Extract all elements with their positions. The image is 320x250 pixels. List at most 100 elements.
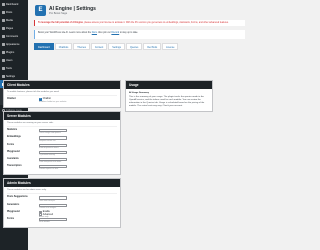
setting-help: Content and images. (39, 206, 57, 209)
info-prefix: Boost your WordPress site AI. Learn more… (38, 32, 92, 35)
setting-label: Embeddings (7, 136, 21, 139)
client-modules-title: Client Modules (4, 81, 120, 89)
usage-body: AI Usage Summary This is the summary of … (126, 89, 212, 111)
tab-queries[interactable]: Queries (125, 43, 143, 51)
admin-modules-box: Admin Modules These modules are for admi… (3, 178, 121, 229)
setting-help: Tracks usage and queries. (39, 132, 62, 135)
setting-label: Forms (7, 143, 15, 146)
setting-label: Chatbot (7, 98, 16, 100)
setting-help: Requires vector DB. (39, 139, 56, 142)
tab-themes[interactable]: Themes (73, 43, 90, 51)
usage-box: Usage AI Usage Summary This is the summa… (125, 80, 213, 112)
sidebar-item-label: Pages (6, 26, 14, 30)
setting-label: Posts Suggestions (7, 196, 28, 199)
setting-label: Playground (7, 210, 20, 213)
sidebar-item-users[interactable]: Users (0, 56, 28, 64)
setting-row: Transcription Convert speech to text. (7, 165, 117, 171)
setting-row: Assistants Code interpreter and more. (7, 157, 117, 164)
sidebar-item-plugins[interactable]: Plugins (0, 48, 28, 56)
usage-text: This is the summary of your usage. The p… (129, 96, 205, 107)
setting-row: Statistics Tracks usage and queries. (7, 129, 117, 135)
setting-label: Transcription (7, 165, 22, 168)
setting-help: Titles and excerpts. (39, 199, 56, 202)
license-error-notice: To leverage the full potential of AI Eng… (34, 20, 245, 27)
plugin-icon (1, 50, 5, 54)
setting-control: Content and images. (39, 203, 67, 209)
tab-content[interactable]: Content (90, 43, 108, 51)
sidebar-item-comments[interactable]: Comments (0, 32, 28, 40)
setting-row: Posts Suggestions Titles and excerpts. (7, 196, 117, 202)
client-modules-body: To enable features, please tick the modu… (4, 89, 120, 107)
usage-heading: AI Usage Summary (129, 92, 149, 94)
sidebar-item-label: Plugins (6, 50, 15, 54)
setting-label: Forms (7, 217, 15, 220)
admin-modules-body: These modules are for admin users only. … (4, 187, 120, 227)
tab-settings[interactable]: Settings (108, 43, 125, 51)
comment-icon (1, 34, 5, 38)
setting-help: Form builder. (39, 221, 51, 224)
wrench-icon (1, 66, 5, 70)
settings-tabs: Dashboard Chatbots Themes Content Settings Qu… (34, 43, 245, 51)
brush-icon (1, 42, 5, 46)
setting-help: Try models directly. (39, 153, 56, 156)
pin-icon (1, 10, 5, 14)
page-header: E AI Engine | Settings Pro Boost Sage (31, 0, 248, 20)
setting-row: Playground Try models directly. (7, 150, 117, 157)
setting-row: Generators Content and images. (7, 203, 117, 210)
sidebar-item-appearance[interactable]: Appearance (0, 40, 28, 48)
admin-modules-title: Admin Modules (4, 179, 120, 188)
setting-label: Assistants (7, 157, 19, 160)
sidebar-item-label: Media (6, 18, 13, 22)
dashboard-icon (1, 2, 5, 6)
sidebar-item-settings[interactable]: Settings (0, 72, 28, 80)
setting-help: Build AI-powered forms. (39, 146, 60, 149)
tab-chatbots[interactable]: Chatbots (54, 43, 73, 51)
setting-help: Code interpreter and more. (39, 161, 62, 164)
setting-row: PlaygroundEnableAdvancedAdmin only. (7, 210, 117, 218)
tab-dashboard[interactable]: Dashboard (34, 43, 54, 51)
page-subtitle: Pro Boost Sage (49, 11, 68, 15)
sidebar-item-dashboard[interactable]: Dashboard (0, 0, 28, 8)
setting-row: Embeddings Requires vector DB. (7, 136, 117, 142)
client-modules-desc: To enable features, please tick the modu… (7, 91, 117, 96)
settings-icon (1, 74, 5, 78)
setting-help: Enables chatbot on your website. (39, 100, 67, 103)
server-modules-body: These modules are running on your server… (4, 120, 120, 174)
info-middle: . Also join our (96, 32, 112, 35)
setting-control: ✓ Chatbot Enables chatbot on your website. (39, 98, 67, 103)
tab-devtools[interactable]: DevTools (143, 43, 162, 51)
sidebar-item-label: Posts (6, 10, 13, 14)
client-modules-box: Client Modules To enable features, pleas… (3, 80, 121, 109)
sidebar-item-media[interactable]: Media (0, 16, 28, 24)
sidebar-item-posts[interactable]: Posts (0, 8, 28, 16)
sidebar-item-pages[interactable]: Pages (0, 24, 28, 32)
info-suffix: to stay up to date. (119, 32, 139, 35)
setting-control: Convert speech to text. (39, 165, 67, 170)
setting-control: Form builder. (39, 217, 67, 224)
users-icon (1, 58, 5, 62)
sidebar-item-label: Users (6, 58, 13, 62)
sidebar-item-label: Appearance (6, 42, 20, 46)
setting-control: Try models directly. (39, 150, 67, 156)
setting-label: Generators (7, 203, 20, 206)
setting-control: Requires vector DB. (39, 136, 67, 142)
main-content: E AI Engine | Settings Pro Boost Sage To… (31, 0, 248, 51)
setting-row: Forms Build AI-powered forms. (7, 143, 117, 150)
info-notice: Boost your WordPress site AI. Learn more… (34, 30, 245, 40)
server-modules-desc: These modules are running on your server… (7, 122, 117, 128)
sidebar-item-tools[interactable]: Tools (0, 64, 28, 72)
page-title: AI Engine | Settings (49, 5, 96, 12)
notice-text: , please access your license to activate… (82, 21, 229, 24)
setting-control: Code interpreter and more. (39, 157, 67, 164)
tab-license[interactable]: License (162, 43, 179, 51)
setting-help: Convert speech to text. (39, 168, 59, 171)
notice-strong: To leverage the full potential of AI Eng… (38, 21, 83, 24)
sidebar-item-label: Dashboard (6, 2, 19, 6)
setting-label: Playground (7, 150, 20, 153)
setting-row: Chatbot ✓ Chatbot Enables chatbot on your w… (7, 98, 117, 104)
server-modules-title: Server Modules (4, 112, 120, 121)
setting-row: Forms Form builder. (7, 217, 117, 224)
sidebar-item-label: Settings (6, 74, 16, 78)
setting-label: Statistics (7, 129, 18, 132)
setting-control: Build AI-powered forms. (39, 143, 67, 149)
